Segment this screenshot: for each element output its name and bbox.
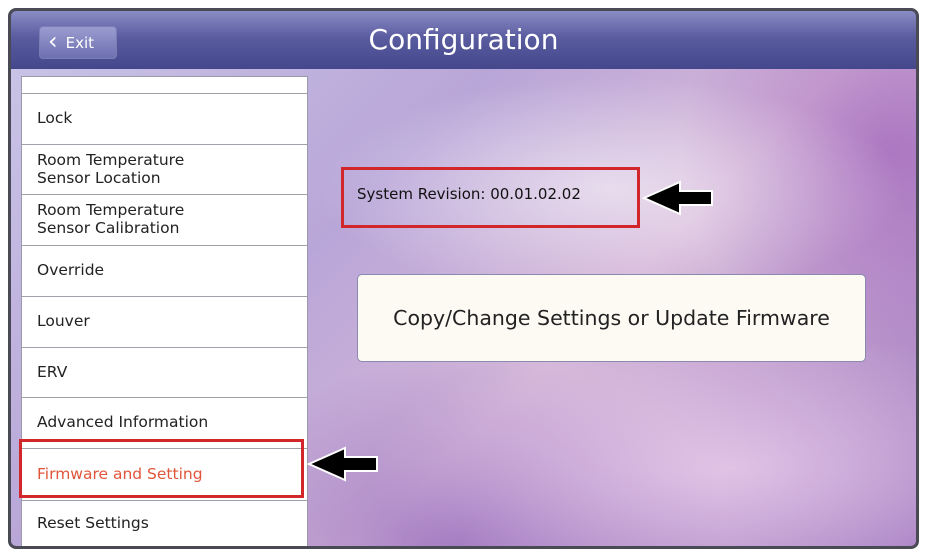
sidebar-item-label: Advanced Information <box>37 413 209 432</box>
sidebar-item-label: Louver <box>37 312 90 331</box>
page-title: Configuration <box>368 23 559 56</box>
sidebar-item-erv[interactable]: ERV <box>22 348 307 398</box>
title-bar: ‹ Exit Configuration <box>11 11 916 69</box>
revision-highlight-box <box>341 167 640 228</box>
action-button-label: Copy/Change Settings or Update Firmware <box>393 306 830 330</box>
copy-change-settings-update-firmware-button[interactable]: Copy/Change Settings or Update Firmware <box>357 274 866 362</box>
arrow-left-icon <box>307 446 378 482</box>
sidebar-item-override[interactable]: Override <box>22 246 307 297</box>
sidebar-item-label-line1: Room Temperature <box>37 201 185 220</box>
sidebar-item-room-temperature-sensor-calibration[interactable]: Room Temperature Sensor Calibration <box>22 195 307 246</box>
sidebar-item-label: Override <box>37 261 105 280</box>
arrow-left-icon <box>642 180 713 216</box>
sidebar-item-label: Reset Settings <box>37 514 149 533</box>
sidebar-item-label: Lock <box>37 109 73 128</box>
sidebar-item-room-temperature-sensor-location[interactable]: Room Temperature Sensor Location <box>22 145 307 195</box>
sidebar-item-label: ERV <box>37 362 68 381</box>
sidebar-item-label-line2: Sensor Location <box>37 168 161 187</box>
sidebar-item-reset-settings[interactable]: Reset Settings <box>22 501 307 546</box>
sidebar-item-louver[interactable]: Louver <box>22 297 307 348</box>
firmware-item-highlight-box <box>19 439 304 498</box>
sidebar-item-lock[interactable]: Lock <box>22 94 307 145</box>
sidebar-item-label-line2: Sensor Calibration <box>37 219 180 237</box>
sidebar-item-label-line1: Room Temperature <box>37 150 185 169</box>
sidebar-item-blank[interactable] <box>22 77 307 94</box>
